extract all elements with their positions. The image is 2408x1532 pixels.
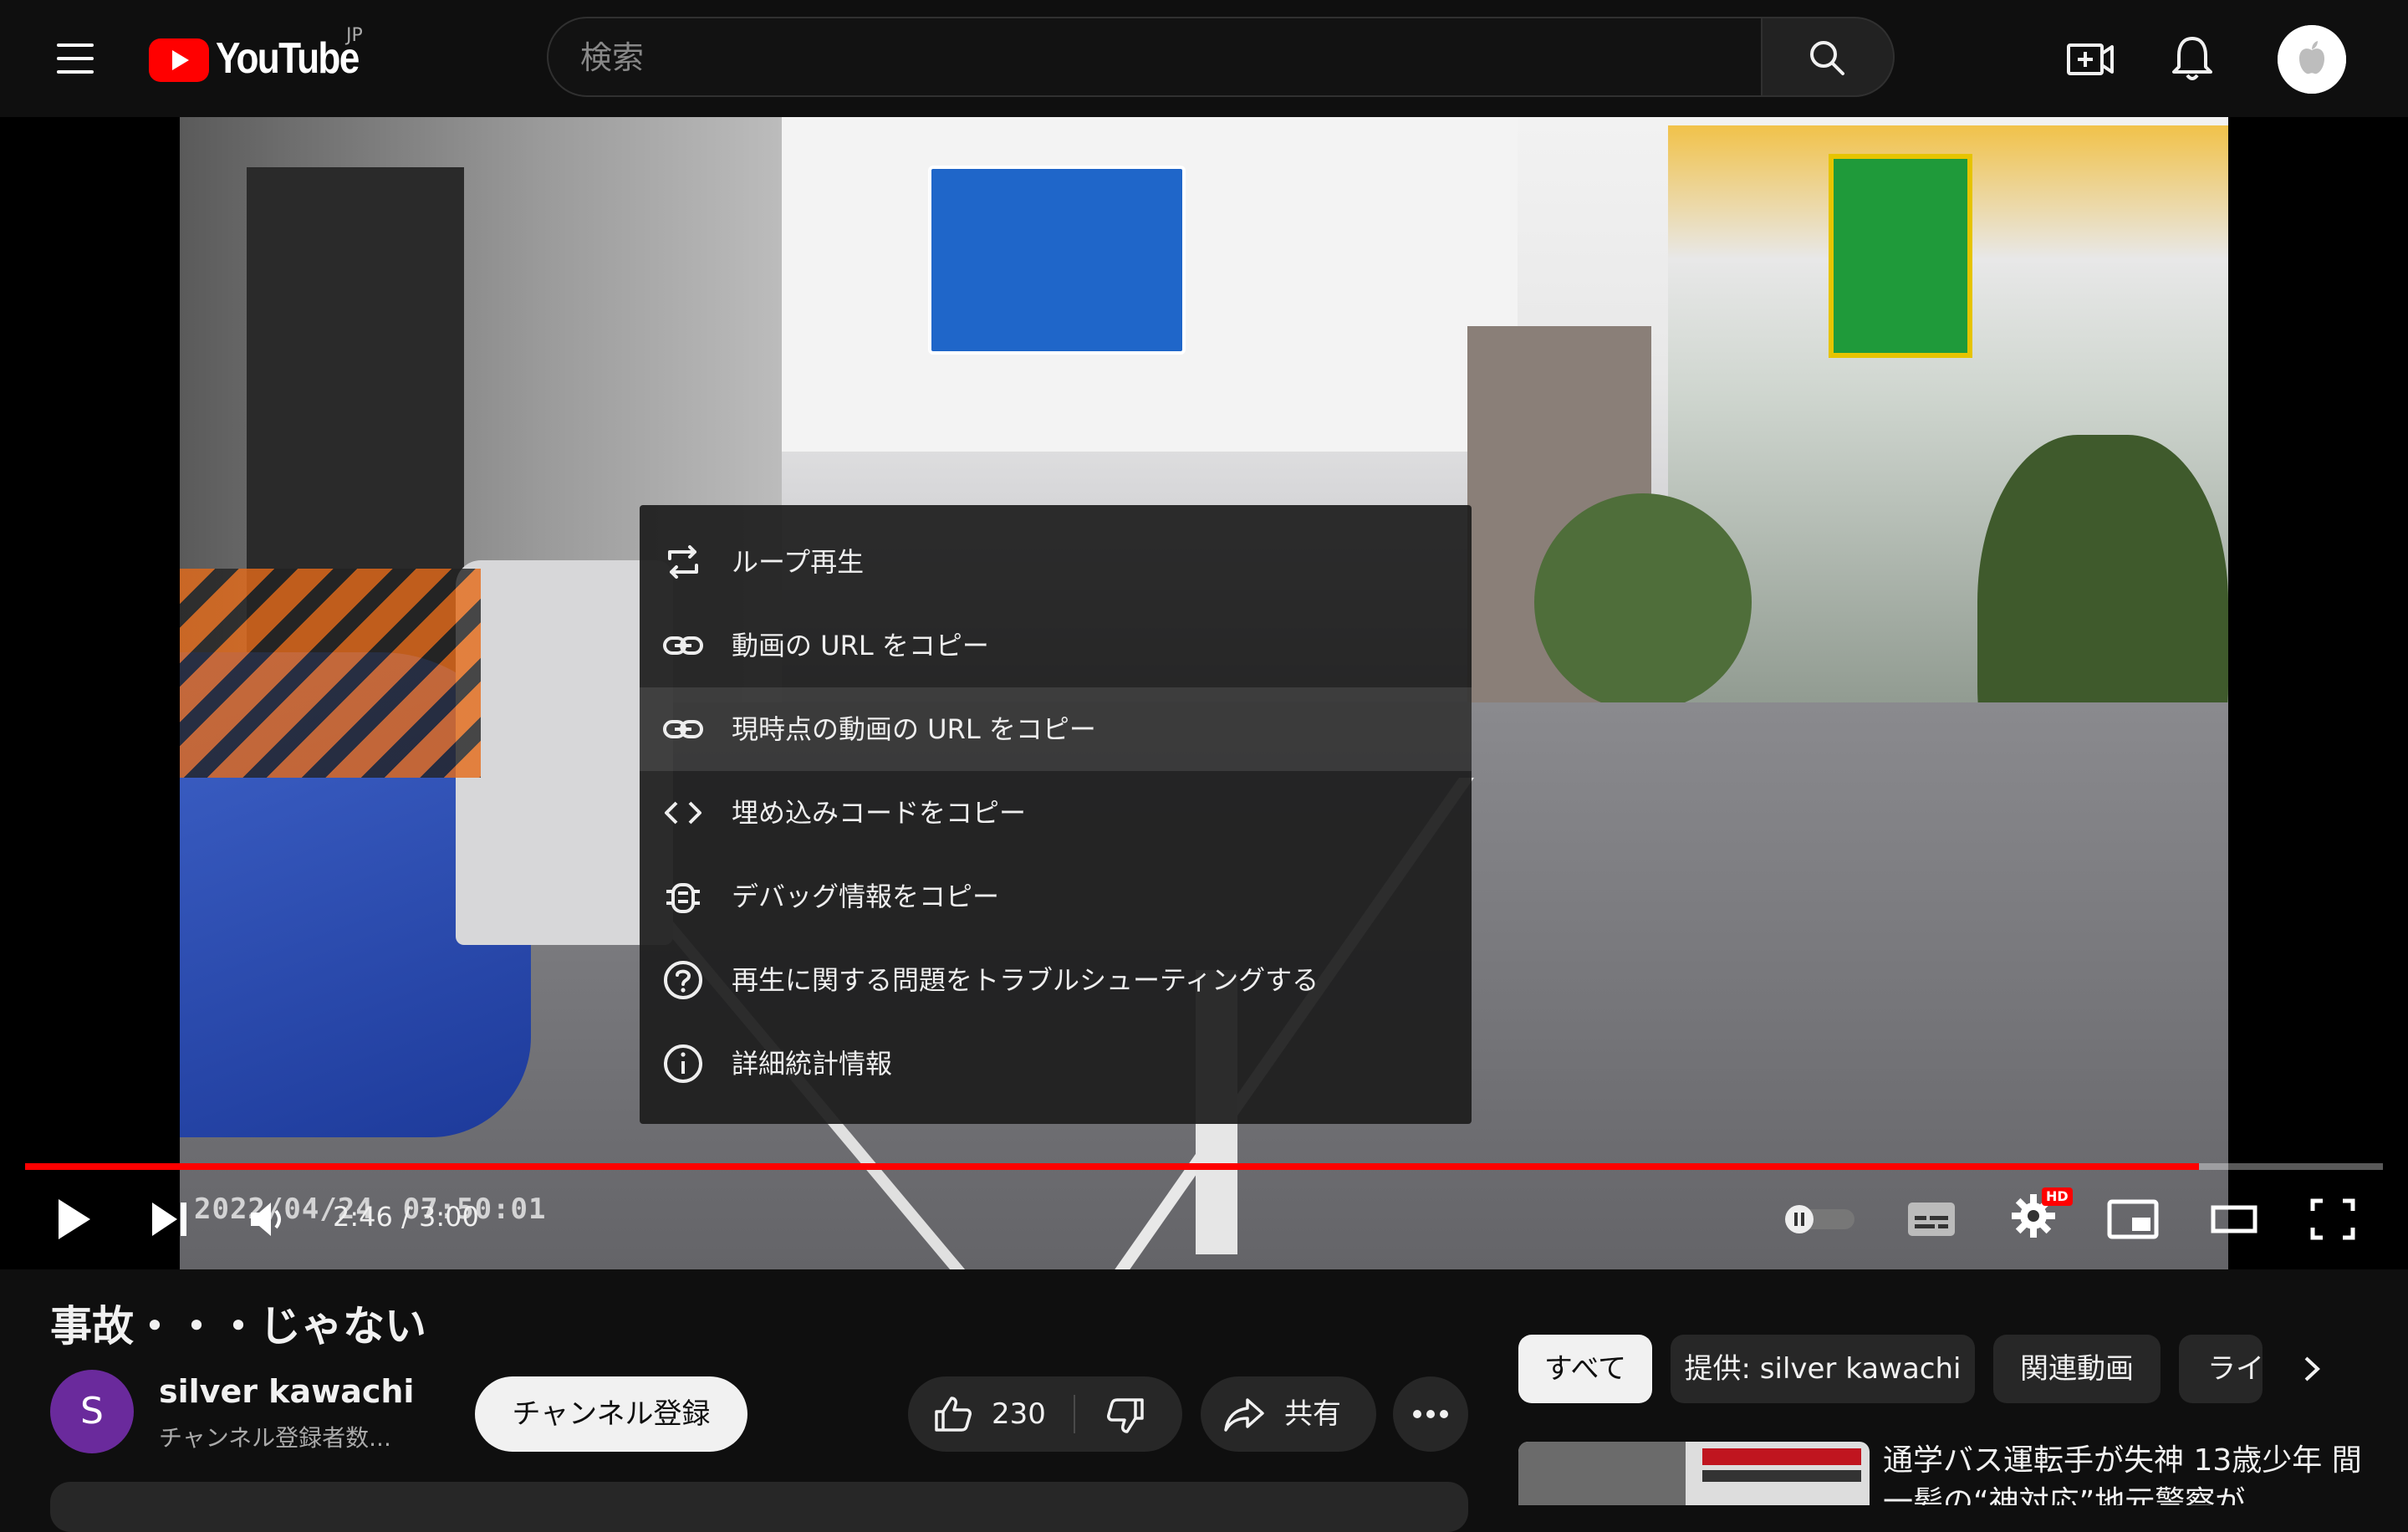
menu-item-label: 詳細統計情報: [732, 1048, 893, 1080]
like-dislike-group: 230: [908, 1376, 1182, 1452]
chip-from-channel[interactable]: 提供: silver kawachi: [1671, 1335, 1975, 1403]
play-icon: [59, 1199, 90, 1239]
next-button[interactable]: [149, 1198, 191, 1241]
play-button[interactable]: [50, 1194, 97, 1244]
video-scene-road-sign: [928, 166, 1186, 355]
search-input[interactable]: [579, 18, 1736, 97]
create-button[interactable]: [2062, 30, 2119, 87]
video-scene-barrier: [180, 569, 481, 778]
time-display: 2:46 / 3:00: [333, 1201, 479, 1233]
account-avatar[interactable]: [2278, 25, 2346, 94]
miniplayer-icon: [2107, 1199, 2159, 1239]
menu-item-label: 動画の URL をコピー: [732, 630, 989, 661]
bug-icon: [666, 883, 700, 913]
mute-button[interactable]: [247, 1198, 289, 1241]
menu-item-copy-url-at-time[interactable]: 現時点の動画の URL をコピー: [640, 687, 1472, 771]
menu-item-label: 再生に関する問題をトラブルシューティングする: [732, 964, 1319, 996]
youtube-play-logo-icon: [149, 38, 209, 82]
menu-item-label: ループ再生: [732, 546, 865, 578]
fullscreen-icon: [2310, 1198, 2355, 1240]
channel-avatar[interactable]: S: [50, 1370, 134, 1453]
search-icon: [1810, 41, 1844, 75]
menu-item-loop[interactable]: ループ再生: [640, 520, 1472, 604]
thumbs-down-icon: [1107, 1398, 1144, 1433]
chip-related[interactable]: 関連動画: [1993, 1335, 2161, 1403]
avatar-apple-icon: [2278, 25, 2346, 94]
fullscreen-button[interactable]: [2309, 1198, 2356, 1241]
share-button[interactable]: 共有: [1201, 1376, 1376, 1452]
theater-mode-button[interactable]: [2211, 1204, 2258, 1234]
thumbnail-caption-bar: [1702, 1448, 1861, 1465]
recommendation-thumbnail[interactable]: [1518, 1442, 1870, 1505]
menu-item-copy-url[interactable]: 動画の URL をコピー: [640, 604, 1472, 687]
volume-icon: [251, 1203, 281, 1236]
hd-badge: HD: [2042, 1187, 2073, 1206]
channel-name[interactable]: silver kawachi: [159, 1373, 414, 1410]
recommendation-title[interactable]: 通学バス運転手が失神 13歳少年 間一髪の“神対応”地元警察が: [1883, 1440, 2385, 1505]
more-actions-button[interactable]: [1393, 1376, 1468, 1452]
theater-icon: [2211, 1205, 2258, 1233]
chip-all[interactable]: すべて: [1518, 1335, 1652, 1403]
menu-item-copy-debug[interactable]: デバッグ情報をコピー: [640, 855, 1472, 938]
menu-item-copy-embed[interactable]: 埋め込みコードをコピー: [640, 771, 1472, 855]
share-label: 共有: [1284, 1397, 1341, 1431]
autoplay-toggle-icon: [1785, 1205, 1854, 1233]
link-icon: [663, 720, 703, 738]
more-horizontal-icon: [1413, 1410, 1448, 1418]
chip-live[interactable]: ライ: [2179, 1335, 2263, 1403]
progress-bar-played: [25, 1163, 2200, 1170]
subscribe-button[interactable]: チャンネル登録: [475, 1376, 747, 1452]
menu-item-label: 現時点の動画の URL をコピー: [732, 713, 1096, 745]
dislike-button[interactable]: [1075, 1376, 1182, 1452]
subtitles-icon: [1908, 1203, 1955, 1236]
menu-item-label: デバッグ情報をコピー: [732, 881, 1000, 912]
like-count: 230: [992, 1397, 1046, 1431]
autoplay-toggle[interactable]: [1784, 1204, 1856, 1234]
chips-next-button[interactable]: [2279, 1335, 2346, 1403]
description-box[interactable]: [50, 1482, 1468, 1532]
subtitles-button[interactable]: [1906, 1199, 1956, 1239]
channel-subscriber-count: チャンネル登録者数...: [159, 1424, 391, 1452]
menu-icon-bar: [57, 57, 94, 60]
youtube-logo[interactable]: YouTube JP: [149, 25, 400, 90]
like-button[interactable]: 230: [908, 1376, 1075, 1452]
search-button[interactable]: [1763, 17, 1895, 97]
help-icon: [664, 961, 702, 999]
bell-icon: [2172, 37, 2212, 80]
menu-item-troubleshoot[interactable]: 再生に関する問題をトラブルシューティングする: [640, 938, 1472, 1022]
create-video-icon: [2067, 43, 2114, 75]
search-box: [547, 17, 1763, 97]
share-icon: [1224, 1398, 1264, 1432]
thumbnail-image-part: [1518, 1442, 1686, 1505]
menu-item-label: 埋め込みコードをコピー: [732, 797, 1027, 829]
embed-code-icon: [665, 801, 701, 825]
logo-text: YouTube: [216, 34, 360, 83]
menu-item-stats[interactable]: 詳細統計情報: [640, 1022, 1472, 1106]
link-icon: [663, 636, 703, 655]
context-menu: ループ再生 動画の URL をコピー 現時点の動画の URL をコピー 埋め込み…: [640, 505, 1472, 1124]
notifications-button[interactable]: [2164, 30, 2221, 87]
thumbnail-caption-bar: [1702, 1470, 1861, 1482]
video-title: 事故・・・じゃない: [50, 1302, 426, 1351]
info-icon: [664, 1044, 702, 1083]
logo-country-code: JP: [346, 25, 363, 46]
next-icon: [152, 1203, 186, 1236]
loop-icon: [668, 545, 698, 579]
menu-icon-bar: [57, 70, 94, 74]
video-scene-trees: [1534, 493, 1752, 711]
chevron-right-icon: [2304, 1356, 2320, 1381]
video-scene-green-sign: [1829, 154, 1972, 358]
miniplayer-button[interactable]: [2107, 1198, 2159, 1241]
menu-button[interactable]: [48, 32, 102, 85]
thumbs-up-icon: [935, 1397, 972, 1432]
settings-button[interactable]: HD: [2005, 1187, 2073, 1241]
menu-icon: [57, 43, 94, 47]
video-player[interactable]: ループ再生 動画の URL をコピー 現時点の動画の URL をコピー 埋め込み…: [0, 117, 2408, 1269]
